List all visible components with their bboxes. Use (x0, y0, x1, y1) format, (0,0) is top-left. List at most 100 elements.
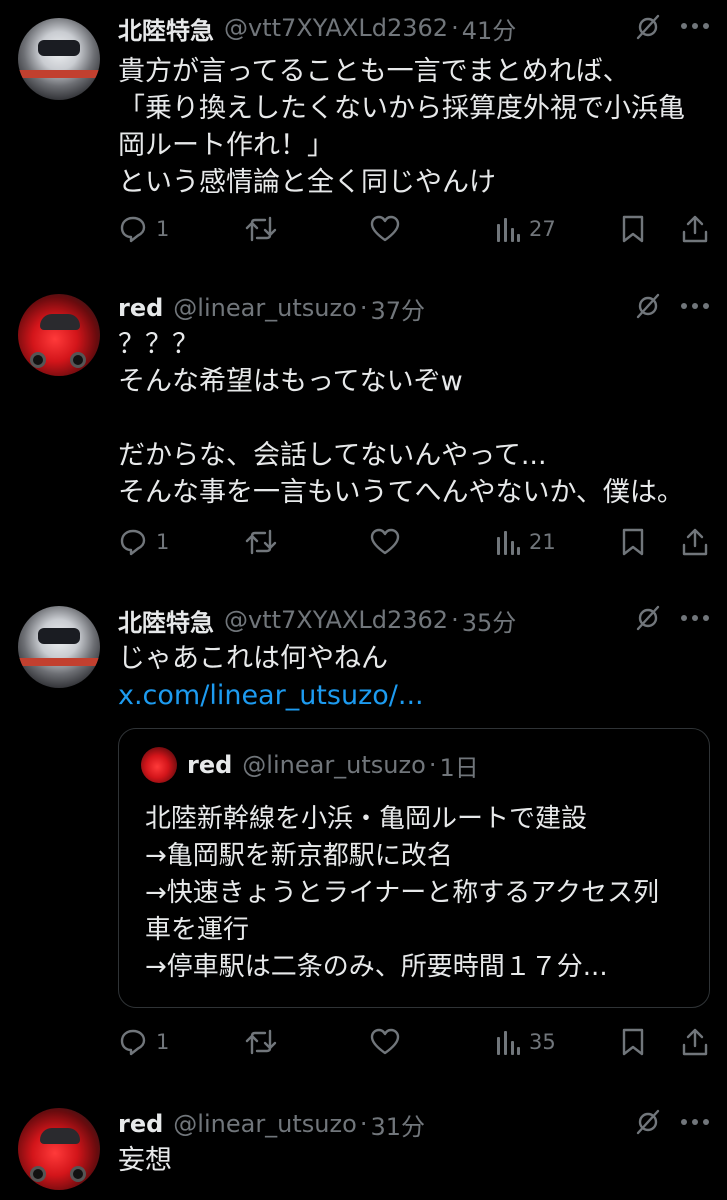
separator: · (451, 606, 459, 634)
bar-chart-icon (497, 218, 520, 242)
avatar-detail (18, 658, 100, 666)
share-upload-icon (682, 1028, 708, 1056)
text-line: ？？？ (118, 329, 199, 360)
author-handle[interactable]: @linear_utsuzo (173, 294, 357, 322)
timestamp[interactable]: 35分 (462, 603, 517, 638)
avatar[interactable] (18, 606, 100, 688)
avatar[interactable] (18, 1108, 100, 1190)
share-upload-icon (682, 215, 708, 243)
tweet-text: ？？？ そんな希望はもってないぞw だからな、会話してないんやって... そんな… (118, 326, 708, 511)
avatar[interactable] (18, 294, 100, 376)
avatar-detail (38, 628, 80, 644)
quoted-tweet-header: red @linear_utsuzo · 1日 (141, 747, 479, 783)
retweet-arrows-icon (245, 1029, 277, 1055)
bookmark-button[interactable] (620, 209, 646, 249)
separator: · (428, 751, 437, 779)
share-upload-icon (682, 528, 708, 556)
tweet-link[interactable]: x.com/linear_utsuzo/... (118, 677, 708, 714)
share-button[interactable] (680, 209, 710, 249)
avatar-detail (70, 352, 86, 368)
reply-count: 1 (156, 217, 170, 241)
avatar-detail (70, 1166, 86, 1182)
quoted-tweet-text: 北陸新幹線を小浜・亀岡ルートで建設 →亀岡駅を新京都駅に改名 →快速きょうとライ… (145, 801, 705, 986)
more-icon[interactable] (680, 22, 710, 30)
text-line: →亀岡駅を新京都駅に改名 (145, 841, 453, 871)
quoted-avatar (141, 747, 177, 783)
share-button[interactable] (680, 522, 710, 562)
author-handle[interactable]: @vtt7XYAXLd2362 (224, 606, 448, 634)
speech-bubble-icon (120, 529, 146, 556)
like-button[interactable] (369, 1022, 401, 1062)
author-handle[interactable]: @linear_utsuzo (173, 1110, 357, 1138)
heart-icon (370, 215, 400, 242)
like-button[interactable] (369, 209, 401, 249)
author-name[interactable]: 北陸特急 (118, 603, 214, 638)
text-line: 車を運行 (145, 915, 250, 945)
tweet-text: 貴方が言ってることも一言でまとめれば、 「乗り換えしたくないから採算度外視で小浜… (118, 53, 708, 201)
action-bar: 1 27 (0, 209, 727, 249)
more-icon[interactable] (680, 1118, 710, 1126)
tweet-header: red @linear_utsuzo · 37分 (118, 286, 425, 330)
avatar-detail (38, 40, 80, 56)
quoted-author-name: red (187, 751, 233, 779)
quoted-timestamp: 1日 (439, 753, 479, 782)
views-button[interactable]: 27 (495, 209, 556, 249)
reply-button[interactable]: 1 (118, 209, 169, 249)
quoted-author-handle: @linear_utsuzo (242, 751, 426, 779)
text-line: 「乗り換えしたくないから採算度外視で小浜亀 (118, 93, 685, 124)
action-bar: 1 35 (0, 1022, 727, 1062)
quoted-tweet[interactable]: red @linear_utsuzo · 1日 北陸新幹線を小浜・亀岡ルートで建… (118, 728, 710, 1008)
separator: · (451, 14, 459, 42)
like-button[interactable] (369, 522, 401, 562)
tweet-text: じゃあこれは何やねん x.com/linear_utsuzo/... (118, 640, 708, 714)
share-button[interactable] (680, 1022, 710, 1062)
mute-icon[interactable] (634, 1108, 662, 1136)
reply-count: 1 (156, 530, 170, 554)
retweet-arrows-icon (245, 216, 277, 242)
avatar-detail (40, 314, 80, 330)
author-handle[interactable]: @vtt7XYAXLd2362 (224, 14, 448, 42)
view-count: 21 (529, 530, 556, 554)
heart-icon (370, 1028, 400, 1055)
separator: · (359, 1110, 368, 1138)
avatar-detail (18, 70, 100, 78)
tweet-text: 妄想 (118, 1142, 708, 1179)
author-name[interactable]: red (118, 294, 163, 322)
views-button[interactable]: 35 (495, 1022, 556, 1062)
more-icon[interactable] (680, 302, 710, 310)
avatar-detail (40, 1128, 80, 1144)
reply-count: 1 (156, 1030, 170, 1054)
text-line: 岡ルート作れ！」 (118, 130, 334, 161)
bookmark-button[interactable] (620, 522, 646, 562)
author-name[interactable]: 北陸特急 (118, 11, 214, 46)
avatar-detail (30, 1166, 46, 1182)
reply-button[interactable]: 1 (118, 1022, 169, 1062)
text-line: そんな事を一言もいうてへんやないか、僕は。 (118, 477, 684, 508)
bookmark-icon (622, 528, 644, 556)
views-button[interactable]: 21 (495, 522, 556, 562)
text-line: そんな希望はもってないぞw (118, 366, 463, 397)
mute-icon[interactable] (634, 604, 662, 632)
separator: · (359, 294, 368, 322)
text-line: だからな、会話してないんやって... (118, 440, 547, 471)
avatar-detail (30, 352, 46, 368)
timestamp[interactable]: 37分 (370, 291, 425, 326)
more-icon[interactable] (680, 614, 710, 622)
bookmark-button[interactable] (620, 1022, 646, 1062)
avatar[interactable] (18, 18, 100, 100)
retweet-button[interactable] (244, 1022, 278, 1062)
bookmark-icon (622, 1028, 644, 1056)
timestamp[interactable]: 31分 (370, 1107, 425, 1142)
retweet-button[interactable] (244, 522, 278, 562)
reply-button[interactable]: 1 (118, 522, 169, 562)
text-line: →停車駅は二条のみ、所要時間１７分... (145, 952, 608, 982)
retweet-button[interactable] (244, 209, 278, 249)
mute-icon[interactable] (634, 13, 662, 41)
text-line: 貴方が言ってることも一言でまとめれば、 (118, 56, 630, 87)
heart-icon (370, 528, 400, 555)
text-line (118, 400, 708, 437)
mute-icon[interactable] (634, 292, 662, 320)
speech-bubble-icon (120, 1029, 146, 1056)
author-name[interactable]: red (118, 1110, 163, 1138)
timestamp[interactable]: 41分 (462, 11, 517, 46)
